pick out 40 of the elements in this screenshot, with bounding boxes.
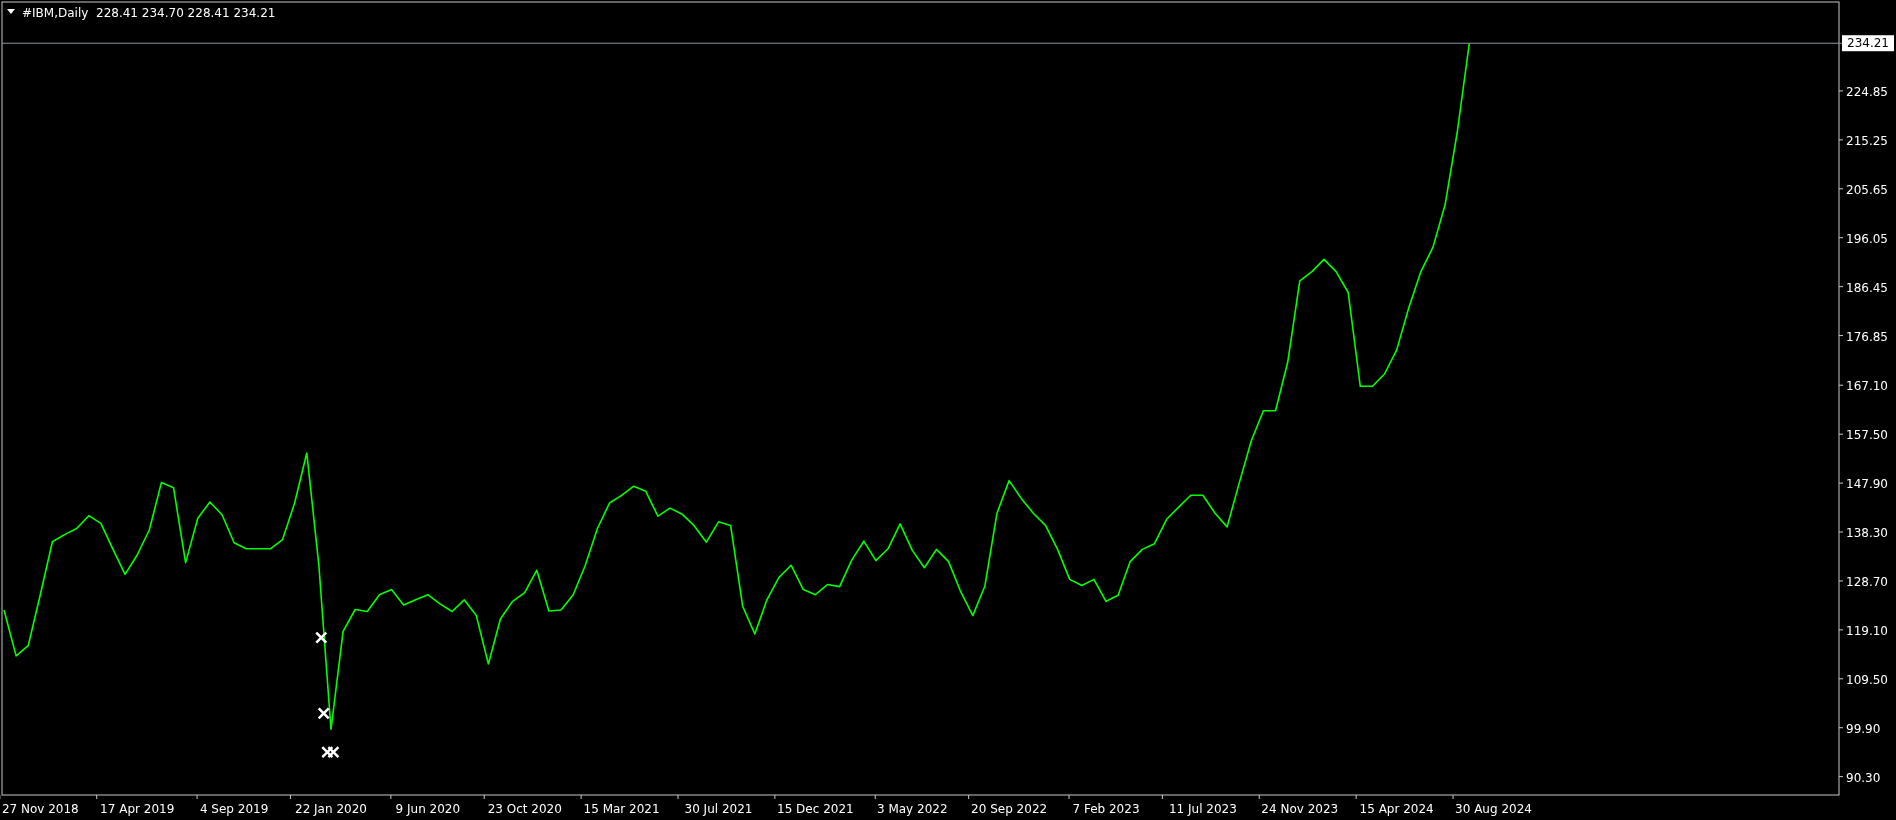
price-axis-label: 186.45	[1846, 280, 1888, 295]
date-axis-label: 11 Jul 2023	[1168, 802, 1237, 816]
price-axis-label: 205.65	[1846, 182, 1888, 197]
ref-line-label: 234.21	[1847, 36, 1889, 51]
price-axis-label: 176.85	[1846, 329, 1888, 344]
dropdown-triangle-icon[interactable]	[7, 9, 15, 14]
trade-marker-icon	[317, 707, 330, 720]
date-axis-label: 30 Aug 2024	[1455, 802, 1532, 816]
trade-marker-icon	[321, 745, 334, 759]
price-axis-label: 167.10	[1846, 379, 1888, 394]
date-axis-label: 23 Oct 2020	[487, 802, 562, 816]
date-axis-label: 24 Nov 2023	[1261, 802, 1339, 816]
price-axis-label: 196.05	[1846, 231, 1888, 246]
price-axis-label: 157.50	[1846, 428, 1888, 443]
price-axis-label: 138.30	[1846, 526, 1888, 541]
date-axis-label: 9 Jun 2020	[395, 802, 461, 816]
date-axis-label: 15 Mar 2021	[583, 802, 660, 816]
price-axis-label: 99.90	[1846, 721, 1881, 736]
date-axis-label: 17 Apr 2019	[100, 802, 175, 816]
date-axis-label: 15 Dec 2021	[777, 802, 854, 816]
price-axis-label: 147.90	[1846, 477, 1888, 492]
date-axis-label: 27 Nov 2018	[1, 802, 79, 816]
date-axis-label: 4 Sep 2019	[199, 802, 269, 816]
trade-marker-icon	[327, 745, 340, 759]
ohlc-values: 228.41 234.70 228.41 234.21	[96, 6, 276, 20]
date-axis-label: 15 Apr 2024	[1359, 802, 1434, 816]
date-axis-label: 22 Jan 2020	[295, 802, 367, 816]
price-axis-label: 109.50	[1846, 672, 1888, 687]
trade-marker-icon	[315, 631, 328, 644]
current-price-label: 234.21	[1842, 35, 1894, 52]
chart-symbol: #IBM,Daily	[22, 6, 89, 20]
date-axis-label: 7 Feb 2023	[1072, 802, 1140, 816]
date-axis-label: 20 Sep 2022	[971, 802, 1048, 816]
date-axis-label: 30 Jul 2021	[684, 802, 753, 816]
price-axis-label: 224.85	[1846, 84, 1888, 99]
price-axis-label: 215.25	[1846, 133, 1888, 148]
price-axis-label: 90.30	[1846, 770, 1881, 785]
date-axis-label: 3 May 2022	[876, 802, 948, 816]
price-axis-label: 119.10	[1846, 623, 1888, 638]
price-axis-label: 128.70	[1846, 574, 1888, 589]
